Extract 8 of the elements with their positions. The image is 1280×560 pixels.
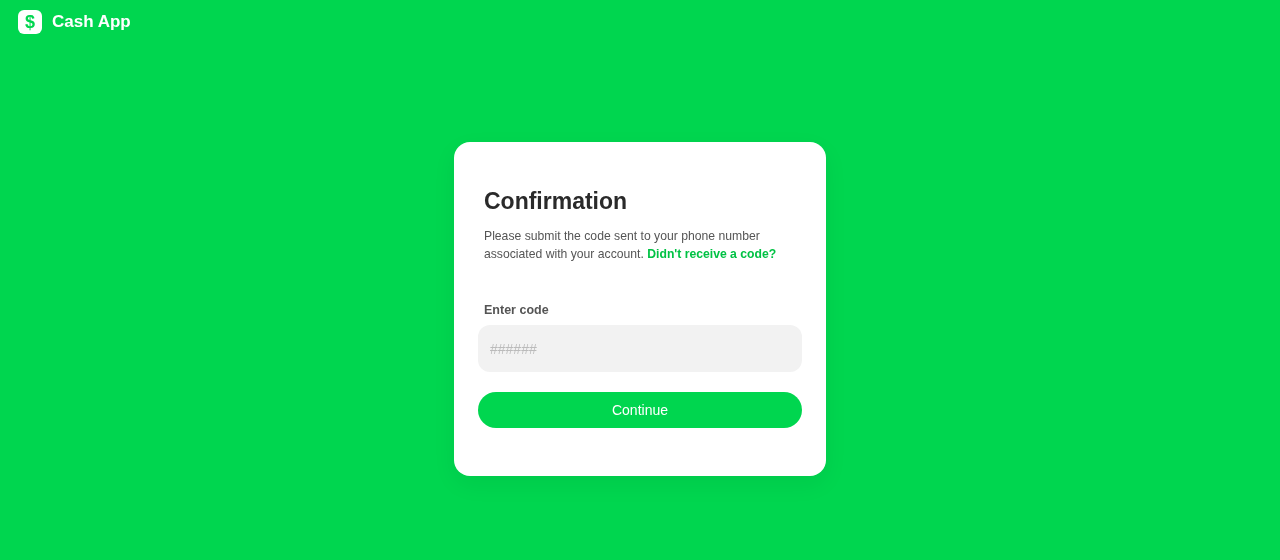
continue-button[interactable]: Continue <box>478 392 802 428</box>
resend-code-link[interactable]: Didn't receive a code? <box>647 247 777 261</box>
instruction-text: Please submit the code sent to your phone number associated with your account. Didn't receive a code? <box>484 228 778 263</box>
field-label: Enter code <box>484 303 550 317</box>
logo-icon: $ <box>18 10 42 34</box>
card-title: Confirmation <box>484 188 629 215</box>
code-input-field[interactable]: ###### <box>478 325 802 372</box>
brand-name: Cash App <box>52 12 131 32</box>
